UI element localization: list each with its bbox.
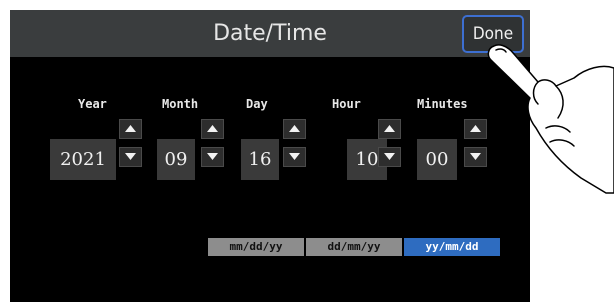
arrow-up-icon [470,125,481,132]
date-time-screen: Date/Time Done Year Month Day Hour Minut… [10,10,530,302]
minutes-label: Minutes [417,97,468,111]
year-value[interactable]: 2021 [50,139,116,180]
arrow-down-icon [125,153,136,160]
arrow-up-icon [125,125,136,132]
day-label: Day [246,97,268,111]
format-option-mm-dd-yy[interactable]: mm/dd/yy [208,238,304,256]
year-down-button[interactable] [119,147,142,167]
hour-label: Hour [332,97,361,111]
hour-down-button[interactable] [378,147,401,167]
minutes-up-button[interactable] [464,119,487,139]
hour-up-button[interactable] [378,119,401,139]
year-label: Year [78,97,107,111]
arrow-down-icon [207,153,218,160]
month-down-button[interactable] [201,147,224,167]
pointing-hand-icon [487,44,614,194]
year-up-button[interactable] [119,119,142,139]
day-up-button[interactable] [283,119,306,139]
day-value[interactable]: 16 [241,139,279,180]
arrow-up-icon [289,125,300,132]
arrow-down-icon [384,153,395,160]
screen-title: Date/Time [213,21,327,46]
month-up-button[interactable] [201,119,224,139]
minutes-value[interactable]: 00 [417,139,457,180]
minutes-down-button[interactable] [464,147,487,167]
month-value[interactable]: 09 [157,139,195,180]
arrow-down-icon [470,153,481,160]
title-bar: Date/Time Done [10,10,530,57]
arrow-down-icon [289,153,300,160]
month-label: Month [162,97,199,111]
arrow-up-icon [384,125,395,132]
arrow-up-icon [207,125,218,132]
day-down-button[interactable] [283,147,306,167]
format-option-dd-mm-yy[interactable]: dd/mm/yy [306,238,402,256]
format-option-yy-mm-dd[interactable]: yy/mm/dd [404,238,500,256]
